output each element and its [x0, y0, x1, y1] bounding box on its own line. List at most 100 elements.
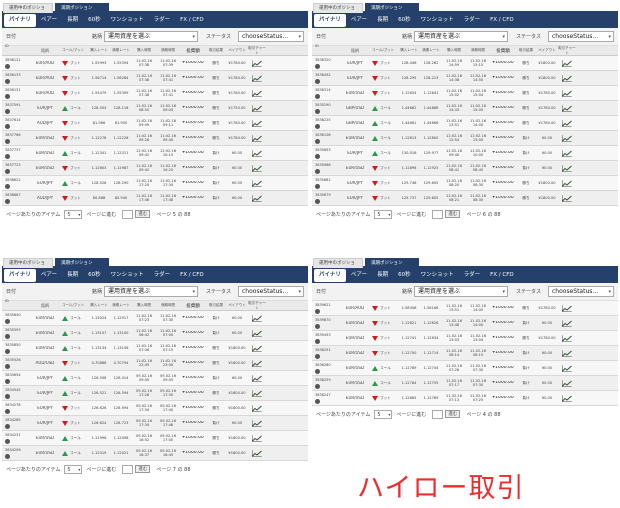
- page-number-input[interactable]: [432, 209, 444, 219]
- trade-chart-button[interactable]: [248, 419, 266, 427]
- trade-chart-button[interactable]: [248, 74, 266, 82]
- trade-chart-button[interactable]: [558, 104, 576, 112]
- trade-chart-button[interactable]: [248, 359, 266, 367]
- items-per-page-select[interactable]: 5 ▾: [374, 409, 393, 419]
- trade-chart-button[interactable]: [248, 104, 266, 112]
- nav-item-6[interactable]: FX / CFD: [175, 14, 209, 27]
- go-button[interactable]: 進む: [445, 410, 461, 418]
- nav-item-1[interactable]: ペアー: [36, 269, 62, 282]
- nav-item-3[interactable]: 60秒: [393, 269, 416, 282]
- go-button[interactable]: 進む: [445, 210, 461, 218]
- trade-chart-button[interactable]: [558, 89, 576, 97]
- status-select[interactable]: chooseStatus... ▾: [548, 31, 614, 42]
- trade-chart-button[interactable]: [558, 394, 576, 402]
- trade-chart-button[interactable]: [558, 319, 576, 327]
- nav-item-4[interactable]: ワンショット: [106, 14, 149, 27]
- trade-chart-button[interactable]: [558, 334, 576, 342]
- asset-select[interactable]: 運用資産を選ぶ ▾: [414, 286, 508, 297]
- nav-item-5[interactable]: ラダー: [149, 269, 176, 282]
- trade-chart-button[interactable]: [248, 89, 266, 97]
- nav-item-2[interactable]: 長期: [62, 14, 83, 27]
- nav-item-1[interactable]: ペアー: [346, 14, 372, 27]
- nav-item-3[interactable]: 60秒: [393, 14, 416, 27]
- tab-expired-positions[interactable]: 満期ポジション: [55, 258, 109, 268]
- nav-item-4[interactable]: ワンショット: [416, 14, 459, 27]
- nav-item-2[interactable]: 長期: [62, 269, 83, 282]
- nav-item-2[interactable]: 長期: [372, 269, 393, 282]
- trade-chart-button[interactable]: [248, 134, 266, 142]
- tab-expired-positions[interactable]: 満期ポジション: [365, 258, 419, 268]
- trade-chart-button[interactable]: [558, 74, 576, 82]
- trade-chart-button[interactable]: [558, 349, 576, 357]
- trade-chart-button[interactable]: [558, 364, 576, 372]
- trade-result: 負け: [522, 320, 530, 325]
- tab-open-positions[interactable]: 運用中のポジション: [313, 258, 363, 276]
- page-number-input[interactable]: [122, 464, 134, 474]
- trade-chart-button[interactable]: [248, 389, 266, 397]
- payout-amount: ¥1800.00: [228, 405, 246, 410]
- go-button[interactable]: 進む: [135, 210, 151, 218]
- direction-label: コール: [380, 120, 391, 125]
- tab-expired-positions[interactable]: 満期ポジション: [365, 3, 419, 13]
- items-per-page-select[interactable]: 5 ▾: [64, 464, 83, 474]
- trade-chart-button[interactable]: [248, 119, 266, 127]
- nav-item-6[interactable]: FX / CFD: [175, 269, 209, 282]
- direction-cell: コール: [60, 315, 88, 321]
- nav-item-4[interactable]: ワンショット: [416, 269, 459, 282]
- trade-chart-button[interactable]: [248, 434, 266, 442]
- trade-chart-button[interactable]: [558, 194, 576, 202]
- nav-item-5[interactable]: ラダー: [459, 269, 486, 282]
- trade-chart-button[interactable]: [558, 164, 576, 172]
- items-per-page-select[interactable]: 5 ▾: [64, 209, 83, 219]
- trade-chart-button[interactable]: [558, 119, 576, 127]
- status-select[interactable]: chooseStatus... ▾: [238, 31, 304, 42]
- nav-item-1[interactable]: ペアー: [36, 14, 62, 27]
- items-per-page-select[interactable]: 5 ▾: [374, 209, 393, 219]
- column-header: 満期レート: [112, 48, 130, 52]
- asset-select[interactable]: 運用資産を選ぶ ▾: [414, 31, 508, 42]
- nav-item-4[interactable]: ワンショット: [106, 269, 149, 282]
- nav-item-3[interactable]: 60秒: [83, 14, 106, 27]
- go-button[interactable]: 進む: [135, 465, 151, 473]
- nav-item-3[interactable]: 60秒: [83, 269, 106, 282]
- expiry-rate: 0.70794: [113, 360, 129, 365]
- trade-chart-button[interactable]: [248, 179, 266, 187]
- trade-chart-button[interactable]: [558, 179, 576, 187]
- trade-chart-button[interactable]: [248, 374, 266, 382]
- trade-chart-button[interactable]: [248, 344, 266, 352]
- trade-chart-button[interactable]: [558, 149, 576, 157]
- trade-chart-button[interactable]: [248, 164, 266, 172]
- table-row: 3834654 EUR/JPY コール 126.508 126.414 09.02.16 …: [2, 371, 308, 386]
- status-select[interactable]: chooseStatus... ▾: [238, 286, 304, 297]
- page-number-input[interactable]: [122, 209, 134, 219]
- tab-expired-positions[interactable]: 満期ポジション: [55, 3, 109, 13]
- asset-select[interactable]: 運用資産を選ぶ ▾: [104, 31, 198, 42]
- trade-chart-button[interactable]: [248, 194, 266, 202]
- tab-open-positions[interactable]: 運用中のポジション: [3, 3, 53, 21]
- expiry-rate: 126.594: [113, 405, 129, 410]
- status-select[interactable]: chooseStatus... ▾: [548, 286, 614, 297]
- tab-open-positions[interactable]: 運用中のポジション: [3, 258, 53, 276]
- nav-item-6[interactable]: FX / CFD: [485, 269, 519, 282]
- nav-item-6[interactable]: FX / CFD: [485, 14, 519, 27]
- page-number-input[interactable]: [432, 409, 444, 419]
- line-chart-icon: [562, 319, 572, 327]
- trade-chart-button[interactable]: [248, 449, 266, 457]
- nav-item-5[interactable]: ラダー: [459, 14, 486, 27]
- trade-chart-button[interactable]: [248, 404, 266, 412]
- nav-item-5[interactable]: ラダー: [149, 14, 176, 27]
- trade-chart-button[interactable]: [248, 329, 266, 337]
- trade-chart-button[interactable]: [248, 149, 266, 157]
- asset-select[interactable]: 運用資産を選ぶ ▾: [104, 286, 198, 297]
- trade-chart-button[interactable]: [558, 304, 576, 312]
- trade-chart-button[interactable]: [558, 59, 576, 67]
- trade-chart-button[interactable]: [248, 314, 266, 322]
- tab-open-positions[interactable]: 運用中のポジション: [313, 3, 363, 21]
- nav-item-2[interactable]: 長期: [372, 14, 393, 27]
- direction-cell: コール: [370, 380, 398, 386]
- nav-item-1[interactable]: ペアー: [346, 269, 372, 282]
- trade-chart-button[interactable]: [248, 59, 266, 67]
- trade-chart-button[interactable]: [558, 379, 576, 387]
- trade-chart-button[interactable]: [558, 134, 576, 142]
- table-row: 3836121 EUR/AUD プット 1.55993 1.55394 11:02.16 …: [2, 56, 308, 71]
